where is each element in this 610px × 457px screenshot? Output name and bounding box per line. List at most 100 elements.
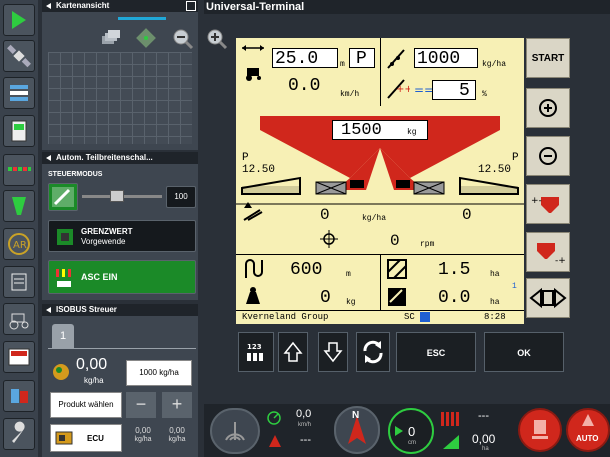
section-numbers-key[interactable]: 123 (238, 332, 274, 372)
vertical-divider-top (380, 38, 381, 106)
distance-icon (242, 258, 264, 285)
svg-text:123: 123 (247, 343, 262, 351)
brand-label: Kverneland Group (242, 312, 329, 322)
rate-target-unit: kg/ha (482, 60, 507, 69)
right-width: 12.50 (478, 164, 512, 176)
hopper-weight: 1500 (341, 121, 382, 140)
speed-target-field[interactable]: 25.0 (272, 48, 338, 69)
ut-time: 8:28 (484, 312, 506, 322)
overlap-value[interactable]: 100 (166, 186, 196, 208)
start-softkey[interactable]: START (526, 38, 570, 78)
weight-unit: kg (346, 298, 356, 307)
tc-logo-icon (420, 312, 430, 322)
warning-triangle-icon (268, 434, 282, 453)
ecu-button[interactable]: ECU (50, 424, 122, 452)
speed-target: 25.0 (275, 49, 319, 69)
rate-step-unit: % (482, 90, 487, 99)
flow-rate-icon (242, 200, 264, 227)
left-rate: 0 (320, 206, 330, 224)
grenzwert-button[interactable]: GRENZWERT Vorgewende (48, 220, 196, 252)
rate-target: 1000 (417, 49, 461, 69)
sc-label: SC (404, 312, 415, 322)
speed-unit: km/h (298, 422, 312, 428)
list-settings-icon[interactable] (3, 77, 35, 109)
section-control-title[interactable]: Autom. Teilbreitenschal... (42, 152, 198, 164)
headland-icon (57, 229, 73, 245)
right-section-unit: kg/ha (168, 436, 186, 443)
esc-key[interactable]: ESC (396, 332, 476, 372)
right-rate: 0 (462, 206, 472, 224)
tractor-icon[interactable] (3, 303, 35, 335)
zoom-in-icon[interactable] (206, 28, 228, 55)
target-rate-field[interactable]: 1000 kg/ha (126, 360, 192, 386)
auto-label: AUTO (576, 434, 599, 443)
ecu-icon (55, 431, 73, 445)
section-dash: --- (478, 410, 489, 422)
distance-unit: m (346, 270, 351, 279)
database-icon[interactable] (3, 380, 35, 412)
rate-target-field[interactable]: 1000 (414, 48, 478, 69)
grenzwert-label: GRENZWERT (81, 227, 133, 236)
documentation-icon[interactable] (3, 266, 35, 298)
isobus-title[interactable]: ISOBUS Streuer (42, 304, 198, 316)
svg-text:++: ++ (396, 84, 410, 95)
right-p: P (512, 152, 519, 164)
speed-mode: P (356, 49, 367, 69)
expand-icon[interactable] (186, 1, 196, 11)
hopper-weight-field: 1500 kg (332, 120, 428, 140)
speed-value: 0,0 (296, 408, 312, 420)
arrow-up-key[interactable] (278, 332, 308, 372)
map-view-title[interactable]: Kartenansicht (42, 0, 198, 12)
increase-button[interactable]: + (162, 392, 192, 418)
satellite-icon[interactable] (3, 40, 35, 72)
speed-target-unit: m (340, 60, 345, 69)
offset-value: 0 (408, 424, 416, 439)
boom-icon[interactable] (3, 190, 35, 222)
tab-1[interactable]: 1 (52, 324, 74, 348)
terminal-icon[interactable] (3, 115, 35, 147)
tractor-speed-icon (240, 44, 268, 89)
area2-unit: ha (490, 298, 500, 307)
increase-rate-softkey[interactable] (526, 88, 570, 128)
auto-steer-button[interactable]: AUTO (566, 408, 610, 452)
svg-text:-+: -+ (555, 256, 566, 266)
left-width: 12.50 (242, 164, 276, 176)
arrow-down-key[interactable] (318, 332, 348, 372)
steering-icon[interactable] (3, 4, 35, 36)
offset-unit: cm (408, 440, 416, 446)
offset-gauge[interactable]: 0 cm (388, 408, 434, 454)
compass-button[interactable]: N (334, 406, 380, 454)
refresh-key[interactable] (356, 332, 390, 372)
overlap-slider-handle[interactable] (110, 190, 124, 202)
stop-button[interactable] (518, 408, 562, 452)
svg-text:+-: +- (531, 196, 542, 206)
section-control-icon[interactable] (3, 154, 35, 186)
hopper-plus-softkey[interactable]: -+ (526, 232, 570, 272)
rate-step-icon: == (414, 83, 434, 103)
map-canvas[interactable] (48, 52, 192, 144)
section-arrows-softkey[interactable] (526, 278, 570, 318)
speed-actual-unit: km/h (340, 90, 360, 99)
gps-status-button[interactable] (210, 408, 260, 454)
isobus-icon[interactable] (3, 341, 35, 373)
rate-step-field[interactable]: 5 (432, 80, 476, 101)
decrease-rate-softkey[interactable] (526, 136, 570, 176)
layers-icon[interactable] (100, 30, 122, 51)
ok-key[interactable]: OK (484, 332, 564, 372)
speed-mode-field[interactable]: P (349, 48, 375, 69)
decrease-button[interactable]: − (126, 392, 156, 418)
wrench-icon[interactable] (3, 418, 35, 450)
map-grid-icon[interactable] (136, 28, 156, 53)
area-unit: ha (482, 446, 489, 452)
auto-mode-button[interactable] (48, 183, 78, 211)
rate-control-icon[interactable]: AR (3, 228, 35, 260)
rate-unit-label: kg/ha (362, 214, 387, 223)
rate-step: 5 (459, 81, 470, 101)
asc-button[interactable]: ASC EIN (48, 260, 196, 294)
area-value: 0,00 (472, 432, 496, 446)
speed-dash: --- (300, 434, 311, 446)
counter-index[interactable]: 1 (512, 282, 517, 291)
product-select[interactable]: Produkt wählen (50, 392, 122, 418)
hopper-minus-softkey[interactable]: +- (526, 184, 570, 224)
zoom-out-icon[interactable] (172, 28, 194, 55)
